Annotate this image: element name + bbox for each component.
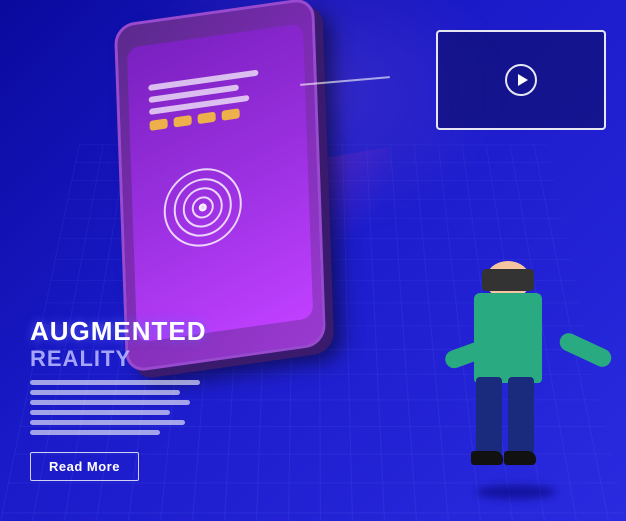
person-leg-right (508, 377, 534, 457)
main-scene: AUGMENTED REALITY Read More (0, 0, 626, 521)
person-shoe-right (504, 451, 536, 465)
phone-ui-dot (197, 112, 215, 124)
play-icon (518, 74, 528, 86)
title-augmented: AUGMENTED (30, 317, 230, 346)
read-more-button[interactable]: Read More (30, 452, 139, 481)
phone-ui-line (148, 70, 258, 91)
phone-ui-dot (221, 108, 239, 120)
video-play-button[interactable] (505, 64, 537, 96)
phone-ui-lines (148, 67, 280, 141)
title-reality: REALITY (30, 346, 230, 372)
description-lines (30, 380, 210, 435)
phone-ui-dot (149, 118, 167, 130)
person-character (446, 261, 566, 491)
desc-line-3 (30, 400, 190, 405)
person-leg-left (476, 377, 502, 457)
desc-line-1 (30, 380, 200, 385)
desc-line-4 (30, 410, 170, 415)
person-body (474, 293, 542, 383)
desc-line-6 (30, 430, 160, 435)
person-shoe-left (471, 451, 503, 465)
person-arm-right (443, 333, 506, 370)
phone-screen (127, 23, 313, 342)
video-panel (436, 30, 606, 130)
vr-headset (482, 269, 534, 291)
phone-ui-dot (173, 115, 191, 127)
desc-line-2 (30, 390, 180, 395)
text-section: AUGMENTED REALITY Read More (30, 317, 230, 481)
target-icon (161, 162, 244, 253)
desc-line-5 (30, 420, 185, 425)
